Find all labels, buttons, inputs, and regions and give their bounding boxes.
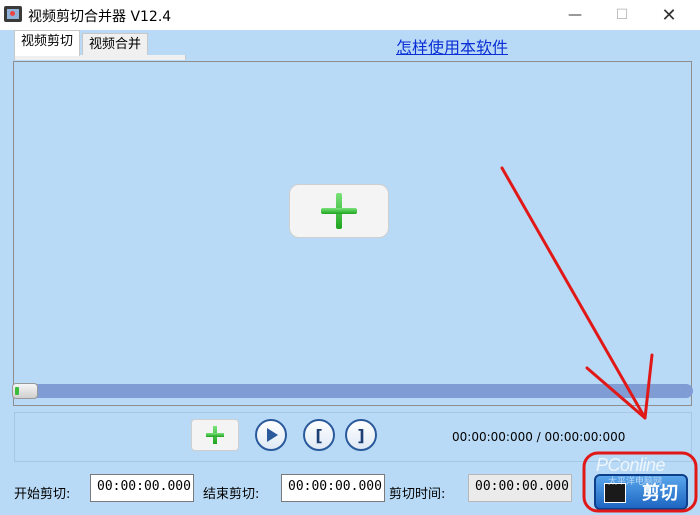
end-cut-input[interactable]: 00:00:00.000	[281, 474, 385, 502]
end-cut-label: 结束剪切:	[203, 487, 260, 502]
add-video-button[interactable]	[289, 184, 389, 238]
watermark-subtitle: 太平洋电脑网	[608, 477, 663, 487]
app-icon	[4, 6, 22, 22]
tab-video-cut[interactable]: 视频剪切	[14, 30, 81, 56]
mark-out-button[interactable]: ]	[345, 419, 377, 451]
duration-field: 00:00:00.000	[468, 474, 572, 502]
plus-icon	[206, 426, 224, 444]
video-preview-area	[13, 61, 692, 406]
tab-video-merge[interactable]: 视频合并	[82, 33, 149, 55]
main-window: 视频剪切 视频合并 怎样使用本软件 [ ] 00:00:00:000 / 00:…	[0, 30, 700, 515]
start-cut-label: 开始剪切:	[14, 487, 71, 502]
start-cut-input[interactable]: 00:00:00.000	[90, 474, 194, 502]
progress-track[interactable]	[13, 384, 693, 398]
close-button[interactable]: ✕	[646, 0, 692, 30]
time-readout: 00:00:00:000 / 00:00:00:000	[452, 430, 626, 444]
play-icon	[267, 428, 278, 442]
maximize-button[interactable]: ☐	[599, 0, 645, 30]
add-file-button[interactable]	[191, 419, 239, 451]
progress-slider-handle[interactable]	[12, 383, 38, 399]
play-button[interactable]	[255, 419, 287, 451]
plus-icon	[321, 193, 357, 229]
help-link[interactable]: 怎样使用本软件	[396, 34, 508, 58]
mark-in-button[interactable]: [	[303, 419, 335, 451]
watermark-logo: PConline	[596, 455, 666, 475]
duration-label: 剪切时间:	[389, 487, 446, 502]
window-title: 视频剪切合并器 V12.4	[28, 9, 172, 25]
title-bar: 视频剪切合并器 V12.4 — ☐ ✕	[0, 0, 700, 30]
minimize-button[interactable]: —	[552, 0, 598, 30]
